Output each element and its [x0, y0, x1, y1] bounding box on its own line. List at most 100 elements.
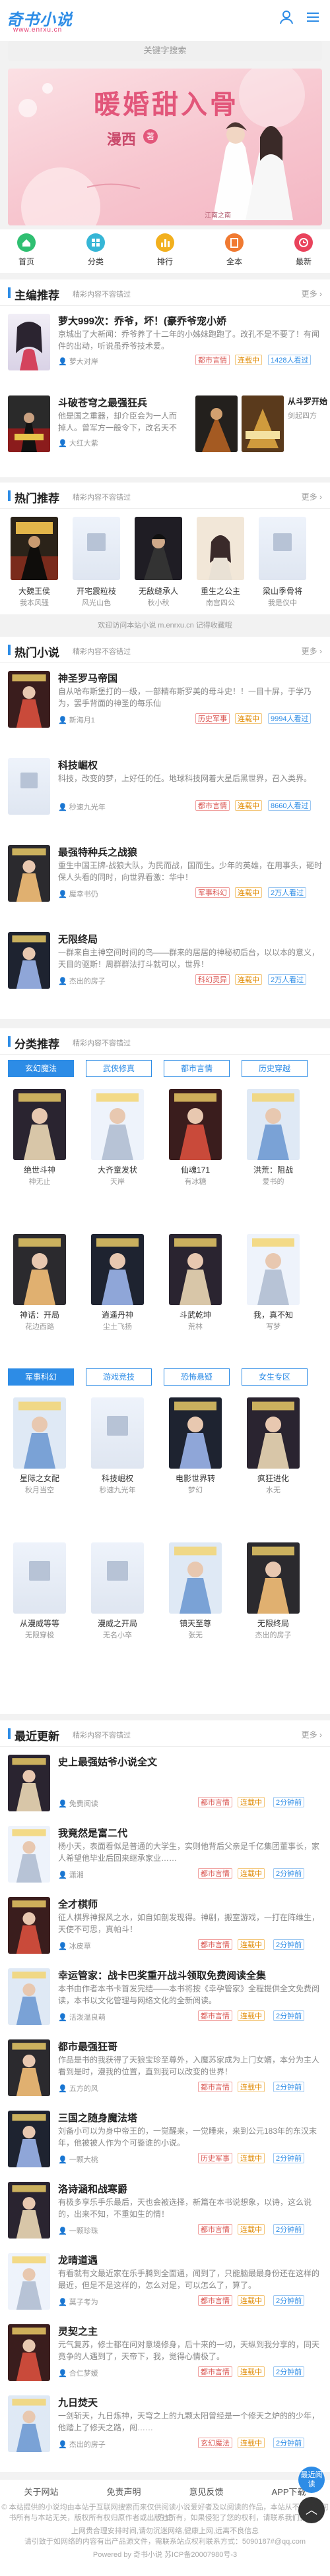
more-link[interactable]: 更多 › — [302, 645, 322, 657]
book-cover[interactable] — [8, 2182, 50, 2239]
book-cover[interactable] — [91, 1397, 144, 1469]
book-cover[interactable] — [259, 517, 306, 580]
book-name[interactable]: 电影世界转 — [169, 1473, 222, 1484]
tab-junshi[interactable]: 军事科幻 — [8, 1368, 74, 1386]
book-cover[interactable] — [8, 2039, 50, 2096]
book-title[interactable]: 幸运管家：战卡巴奖重开战斗领取免费阅读全集 — [58, 1968, 322, 1982]
book-name[interactable]: 斗武乾坤 — [169, 1309, 222, 1320]
book-cover[interactable] — [13, 1542, 66, 1614]
book-name[interactable]: 大魏王侯 — [8, 585, 61, 597]
tab-xuanhuan[interactable]: 玄幻魔法 — [8, 1060, 74, 1077]
tab-wuxia[interactable]: 武侠修真 — [86, 1060, 152, 1077]
tab-kongbu[interactable]: 恐怖悬疑 — [164, 1368, 230, 1386]
book-cover[interactable] — [247, 1234, 300, 1305]
recent-reading-button[interactable]: 最近阅读 — [298, 2467, 325, 2493]
book-name[interactable]: 重生之公主 — [194, 585, 247, 597]
footer-link-disclaimer[interactable]: 免责声明 — [82, 2485, 165, 2498]
book-title[interactable]: 灵契之主 — [58, 2324, 322, 2338]
book-cover[interactable] — [8, 2324, 50, 2381]
tab-youxi[interactable]: 游戏竞技 — [86, 1368, 152, 1386]
book-title[interactable]: 斗破苍穹之最强狂兵 — [58, 395, 183, 409]
book-title[interactable]: 洛诗涵和战寒爵 — [58, 2182, 322, 2196]
nav-category[interactable]: 分类 — [76, 233, 116, 267]
book-cover[interactable] — [13, 1089, 66, 1160]
book-cover[interactable] — [8, 845, 50, 902]
book-name[interactable]: 洪荒：阻战 — [247, 1164, 300, 1175]
book-cover[interactable] — [91, 1542, 144, 1614]
book-name[interactable]: 梁山季骨将 — [256, 585, 309, 597]
more-link[interactable]: 更多 › — [302, 491, 322, 502]
book-cover[interactable] — [8, 2395, 50, 2452]
nav-complete[interactable]: 全本 — [214, 233, 254, 267]
book-cover[interactable] — [247, 1542, 300, 1614]
book-name[interactable]: 疯狂进化 — [247, 1473, 300, 1484]
book-cover[interactable] — [8, 2111, 50, 2167]
book-title[interactable]: 萝大999次：乔爷，坏！(豪乔爷宠小娇 — [58, 314, 322, 328]
book-cover[interactable] — [135, 517, 182, 580]
book-title[interactable]: 无限终局 — [58, 932, 322, 946]
book-cover[interactable] — [91, 1234, 144, 1305]
book-title[interactable]: 都市最强狂哥 — [58, 2039, 322, 2053]
back-to-top-button[interactable]: ︿ — [298, 2497, 325, 2523]
book-cover[interactable] — [8, 1755, 50, 1811]
book-cover[interactable] — [13, 1234, 66, 1305]
book-name[interactable]: 神话：开局 — [13, 1309, 66, 1320]
tab-dushi[interactable]: 都市言情 — [164, 1060, 230, 1077]
book-title[interactable]: 三国之随身魔法塔 — [58, 2111, 322, 2124]
book-cover[interactable] — [13, 1397, 66, 1469]
book-name[interactable]: 星际之女配 — [13, 1473, 66, 1484]
book-cover[interactable] — [195, 395, 238, 452]
book-title[interactable]: 科技崛权 — [58, 758, 322, 772]
book-cover[interactable] — [8, 671, 50, 728]
book-cover[interactable] — [169, 1089, 222, 1160]
book-name[interactable]: 无敌缝承人 — [132, 585, 185, 597]
book-cover[interactable] — [169, 1397, 222, 1469]
book-name[interactable]: 无限终局 — [247, 1618, 300, 1629]
book-cover[interactable] — [73, 517, 120, 580]
book-name[interactable]: 开宅震粒枝 — [70, 585, 123, 597]
book-cover[interactable] — [8, 1968, 50, 2025]
tab-lishi[interactable]: 历史穿越 — [242, 1060, 308, 1077]
book-name[interactable]: 逍遥丹神 — [91, 1309, 144, 1320]
book-name[interactable]: 科技崛权 — [91, 1473, 144, 1484]
book-cover[interactable] — [8, 395, 50, 452]
book-title[interactable]: 龙晴道遇 — [58, 2253, 322, 2267]
book-name[interactable]: 从漫威等等 — [13, 1618, 66, 1629]
book-cover[interactable] — [8, 758, 50, 815]
side-book-title[interactable]: 从斗罗开始 — [288, 395, 327, 407]
book-cover[interactable] — [8, 1826, 50, 1883]
book-name[interactable]: 我，真不知 — [247, 1309, 300, 1320]
nav-rank[interactable]: 排行 — [145, 233, 185, 267]
book-name[interactable]: 漫威之开局 — [91, 1618, 144, 1629]
menu-icon[interactable] — [305, 9, 321, 25]
nav-latest[interactable]: 最新 — [284, 233, 323, 267]
book-cover[interactable] — [11, 517, 58, 580]
book-title[interactable]: 神圣罗马帝国 — [58, 671, 322, 685]
book-cover[interactable] — [247, 1089, 300, 1160]
footer-link-about[interactable]: 关于网站 — [0, 2485, 82, 2498]
book-name[interactable]: 大齐童发状 — [91, 1164, 144, 1175]
book-title[interactable]: 最强特种兵之战狼 — [58, 845, 322, 859]
book-cover[interactable] — [8, 1897, 50, 1954]
book-cover[interactable] — [169, 1234, 222, 1305]
user-icon[interactable] — [279, 9, 294, 25]
book-name[interactable]: 镇天至尊 — [169, 1618, 222, 1629]
book-title[interactable]: 我竟然是富二代 — [58, 1826, 322, 1840]
book-cover[interactable] — [197, 517, 244, 580]
book-name[interactable]: 绝世斗神 — [13, 1164, 66, 1175]
book-cover[interactable] — [8, 2253, 50, 2310]
footer-link-feedback[interactable]: 意见反馈 — [165, 2485, 248, 2498]
book-name[interactable]: 仙魂171 — [169, 1164, 222, 1175]
book-title[interactable]: 全才棋师 — [58, 1897, 322, 1911]
book-cover[interactable] — [247, 1397, 300, 1469]
search-input[interactable]: 关键字搜索 — [8, 41, 322, 61]
more-link[interactable]: 更多 › — [302, 288, 322, 299]
book-cover[interactable] — [91, 1089, 144, 1160]
nav-home[interactable]: 首页 — [7, 233, 46, 267]
book-cover[interactable] — [8, 932, 50, 989]
tab-nvsheng[interactable]: 女生专区 — [242, 1368, 308, 1386]
book-title[interactable]: 史上最强姑爷小说全文 — [58, 1755, 322, 1769]
more-link[interactable]: 更多 › — [302, 1729, 322, 1740]
banner-carousel[interactable]: 暖婚甜入骨 漫西 著 江南之南 — [8, 69, 322, 225]
book-title[interactable]: 九日焚天 — [58, 2395, 322, 2409]
